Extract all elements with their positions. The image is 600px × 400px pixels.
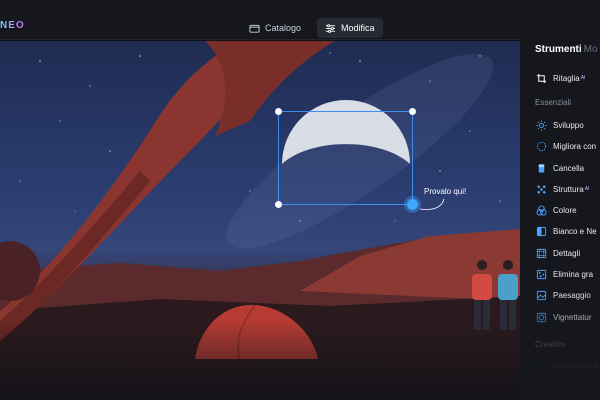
tool-struttura-label: Struttura bbox=[553, 184, 584, 194]
crop-selection[interactable] bbox=[275, 108, 418, 210]
tab-modifiche-partial[interactable]: Mo bbox=[584, 44, 598, 55]
crop-handle-top-right[interactable] bbox=[409, 108, 416, 115]
tool-migliora[interactable]: Migliora con bbox=[535, 140, 596, 152]
tool-bianco-nero-label: Bianco e Ne bbox=[553, 226, 597, 236]
tool-dettagli[interactable]: Dettagli bbox=[535, 247, 580, 259]
tool-luce-magica-label: Luce magica bbox=[553, 360, 599, 370]
photo-canvas[interactable]: Provalo qui! bbox=[0, 41, 520, 400]
tools-panel: Strumenti Mo Ritaglia AI Essenziali Svilup… bbox=[520, 36, 600, 400]
tool-paesaggio[interactable]: Paesaggio bbox=[535, 289, 591, 301]
tool-struttura[interactable]: Struttura AI bbox=[535, 183, 589, 195]
hint-arrow-icon bbox=[419, 198, 445, 210]
tool-paesaggio-label: Paesaggio bbox=[553, 290, 591, 300]
tab-catalogo-label: Catalogo bbox=[265, 23, 302, 33]
details-icon bbox=[535, 247, 547, 259]
tool-vignettatura[interactable]: Vignettatur bbox=[535, 311, 592, 323]
tool-colore-label: Colore bbox=[553, 205, 577, 215]
tool-colore[interactable]: Colore bbox=[535, 204, 577, 216]
crop-icon bbox=[535, 72, 547, 84]
tool-sviluppo-label: Sviluppo bbox=[553, 120, 584, 130]
tab-catalogo[interactable]: Catalogo bbox=[241, 18, 309, 38]
tab-strumenti[interactable]: Strumenti bbox=[535, 44, 582, 55]
panel-tabs: Strumenti Mo bbox=[535, 44, 598, 55]
section-creativo: Creativo bbox=[535, 340, 565, 349]
sliders-icon bbox=[325, 23, 336, 33]
bw-icon bbox=[535, 225, 547, 237]
landscape-icon bbox=[535, 289, 547, 301]
tool-vignettatura-label: Vignettatur bbox=[553, 312, 592, 322]
tool-luce-magica[interactable]: Luce magica bbox=[535, 359, 598, 371]
tool-elimina-grana-label: Elimina gra bbox=[553, 269, 594, 279]
color-icon bbox=[535, 204, 547, 216]
sparkle-icon bbox=[535, 140, 547, 152]
grain-icon bbox=[535, 268, 547, 280]
app-logo: NEO bbox=[0, 20, 25, 31]
tool-cancella[interactable]: Cancella bbox=[535, 162, 584, 174]
structure-icon bbox=[535, 183, 547, 195]
magic-light-icon bbox=[535, 359, 547, 371]
tool-ritaglia[interactable]: Ritaglia AI bbox=[535, 72, 585, 84]
tool-migliora-label: Migliora con bbox=[553, 141, 597, 151]
sun-icon bbox=[535, 119, 547, 131]
photo-image bbox=[0, 41, 520, 400]
crop-handle-bottom-left[interactable] bbox=[275, 201, 282, 208]
try-it-hint: Provalo qui! bbox=[424, 187, 467, 196]
tool-sviluppo[interactable]: Sviluppo bbox=[535, 119, 584, 131]
tool-dettagli-label: Dettagli bbox=[553, 248, 581, 258]
tool-ritaglia-label: Ritaglia bbox=[553, 73, 580, 83]
vignette-icon bbox=[535, 311, 547, 323]
tab-modifica[interactable]: Modifica bbox=[317, 18, 383, 38]
ai-badge: AI bbox=[580, 75, 586, 81]
section-essenziali: Essenziali bbox=[535, 98, 572, 107]
crop-handle-top-left[interactable] bbox=[275, 108, 282, 115]
mode-tabs: Catalogo Modifica bbox=[241, 18, 383, 38]
tool-cancella-label: Cancella bbox=[553, 163, 585, 173]
tab-modifica-label: Modifica bbox=[341, 23, 375, 33]
eraser-icon bbox=[535, 162, 547, 174]
ai-badge: AI bbox=[584, 186, 590, 192]
folder-icon bbox=[249, 24, 260, 33]
tool-bianco-nero[interactable]: Bianco e Ne bbox=[535, 225, 597, 237]
top-bar: NEO Catalogo Modifica bbox=[0, 0, 600, 40]
tool-elimina-grana[interactable]: Elimina gra bbox=[535, 268, 593, 280]
